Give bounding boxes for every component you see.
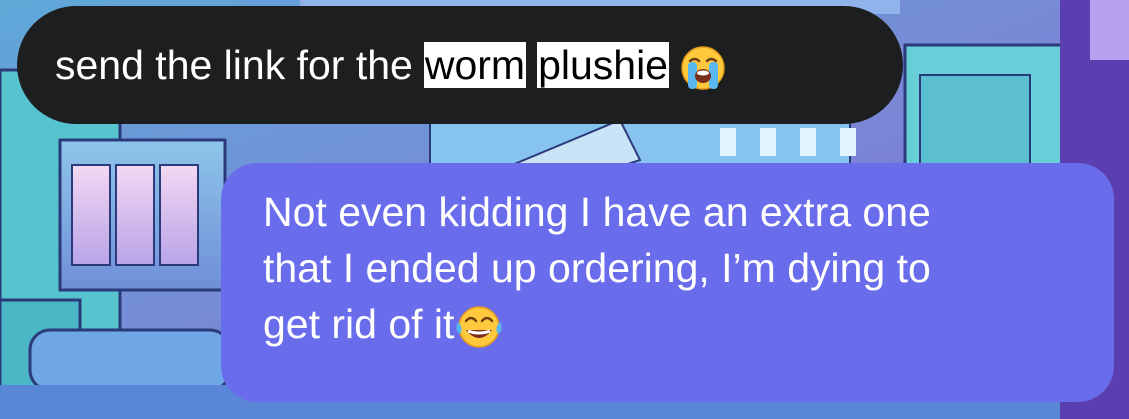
received-message-bubble[interactable]: send the link for the worm plushie — [17, 6, 903, 124]
sent-message-bubble[interactable]: Not even kidding I have an extra one tha… — [221, 163, 1114, 402]
sent-message-line-3-wrap: get rid of it — [263, 296, 1094, 352]
chat-screen: send the link for the worm plushie Not eve… — [0, 0, 1129, 419]
sent-message-line-1: Not even kidding I have an extra one — [263, 189, 931, 235]
loudly-crying-face-icon — [680, 45, 726, 91]
highlighted-word-worm: worm — [423, 42, 527, 88]
face-with-tears-of-joy-icon — [454, 304, 504, 350]
sent-message-line-3: get rid of it — [263, 301, 455, 347]
sent-message-line-2: that I ended up ordering, I’m dying to — [263, 245, 931, 291]
highlighted-word-plushie: plushie — [537, 42, 669, 88]
received-message-text: send the link for the — [55, 42, 413, 88]
